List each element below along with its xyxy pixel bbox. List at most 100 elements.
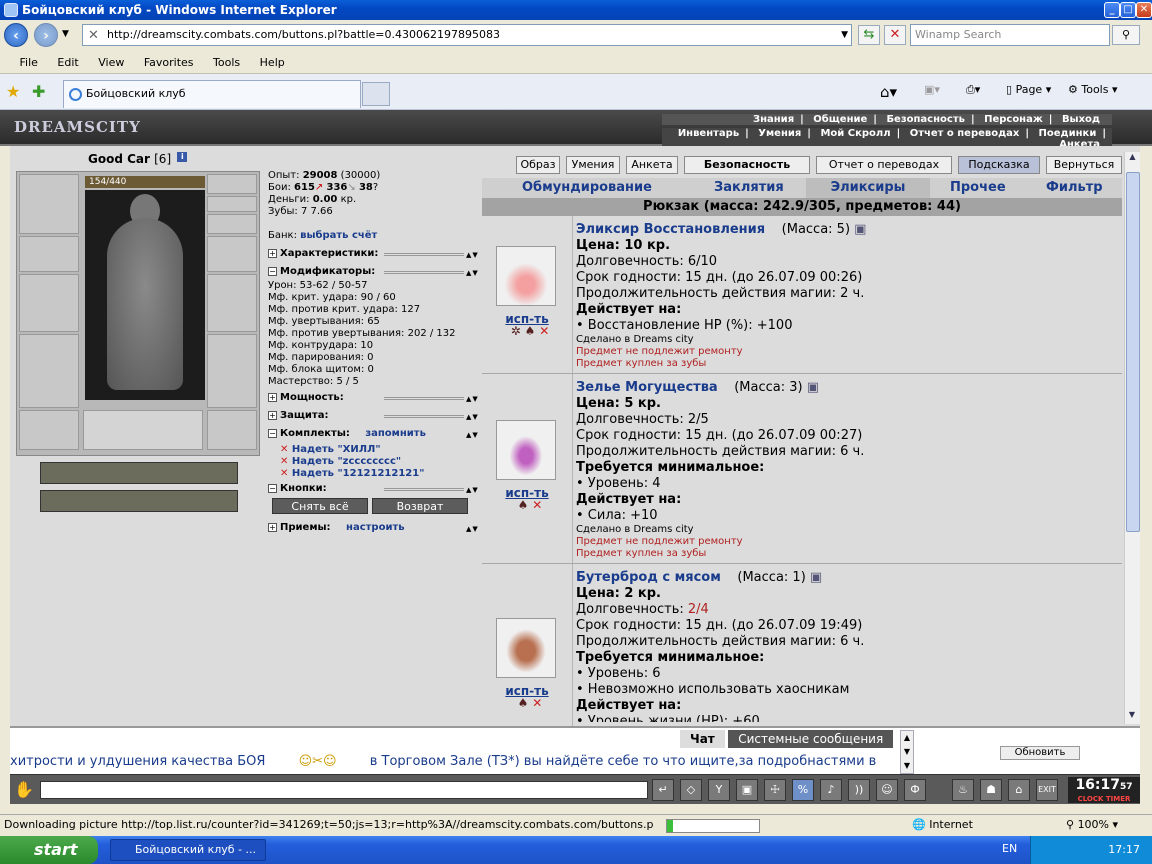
maximize-button[interactable]: □	[1120, 2, 1136, 18]
language-indicator[interactable]: EN	[1002, 842, 1017, 855]
tab-elixirs[interactable]: Эликсиры	[806, 178, 930, 198]
nav-knowledge[interactable]: Знания	[747, 114, 800, 125]
add-favorite-icon[interactable]: ✚	[32, 82, 45, 101]
music-icon[interactable]: ♪	[820, 779, 842, 801]
address-dropdown-icon[interactable]: ▼	[841, 25, 848, 45]
eraser-icon[interactable]: ◇	[680, 779, 702, 801]
set-link[interactable]: Надеть "ХИЛЛ"	[292, 444, 381, 455]
close-button[interactable]: ✕	[1136, 2, 1152, 18]
section-characteristics[interactable]: + Характеристики: ▲▼	[268, 248, 484, 260]
legs-slot[interactable]	[207, 334, 257, 408]
tools-menu[interactable]: ⚙ Tools ▾	[1068, 83, 1118, 96]
gloves-slot[interactable]	[207, 236, 257, 272]
stop-icon[interactable]: ✕	[884, 25, 906, 45]
vial-icon[interactable]: ♨	[952, 779, 974, 801]
back-button[interactable]: ‹	[4, 23, 28, 47]
cast-icon[interactable]: ✲	[511, 324, 521, 338]
rings-slot[interactable]	[207, 214, 257, 234]
section-buttons[interactable]: − Кнопки: ▲▼	[268, 483, 484, 495]
new-tab-button[interactable]	[362, 82, 390, 106]
tab-chat[interactable]: Чат	[680, 730, 725, 748]
dress-icon[interactable]: ♠	[518, 696, 529, 710]
feeds-icon[interactable]: ▣▾	[924, 83, 940, 96]
elixir-restore-image[interactable]	[496, 246, 556, 306]
chat-input[interactable]	[40, 781, 648, 799]
nav-security[interactable]: Безопасность	[880, 114, 971, 125]
browser-tab-active[interactable]: Бойцовский клуб	[63, 80, 361, 108]
scroll-down-icon[interactable]: ▼	[1125, 710, 1139, 724]
refresh-button[interactable]: Обновить	[1000, 746, 1080, 760]
drop-icon[interactable]: ✕	[539, 324, 549, 338]
item-name[interactable]: Бутерброд с мясом	[576, 570, 721, 585]
fighter-icon[interactable]: ☩	[764, 779, 786, 801]
potion-might-image[interactable]	[496, 420, 556, 480]
helmet-slot[interactable]	[19, 174, 79, 234]
meat-sandwich-image[interactable]	[496, 618, 556, 678]
menu-favorites[interactable]: Favorites	[136, 52, 202, 74]
search-icon[interactable]: ⚲	[1112, 25, 1140, 45]
btn-image[interactable]: Образ	[516, 156, 560, 174]
section-protection[interactable]: + Защита: ▲▼	[268, 410, 484, 422]
tab-spells[interactable]: Заклятия	[714, 178, 784, 198]
scroll-up-icon[interactable]: ▲	[1125, 152, 1140, 166]
amulet-slot[interactable]	[207, 196, 257, 212]
hand-icon[interactable]: ✋	[14, 780, 34, 799]
sound-icon[interactable]: ))	[848, 779, 870, 801]
menu-view[interactable]: View	[90, 52, 132, 74]
filter-icon[interactable]: Y	[708, 779, 730, 801]
zoom-control[interactable]: ⚲ 100% ▾	[1066, 815, 1118, 835]
nav-communication[interactable]: Общение	[807, 114, 873, 125]
nav-inventory[interactable]: Инвентарь	[672, 128, 745, 139]
minimize-button[interactable]: _	[1104, 2, 1120, 18]
translit-icon[interactable]: Ф	[904, 779, 926, 801]
set-link[interactable]: Надеть "12121212121"	[292, 468, 425, 479]
tab-equipment[interactable]: Обмундирование	[522, 178, 652, 198]
armor-slot[interactable]	[19, 334, 79, 408]
content-scrollbar[interactable]: ▲ ▼	[1124, 152, 1140, 724]
menu-help[interactable]: Help	[252, 52, 293, 74]
nav-skills[interactable]: Умения	[752, 128, 807, 139]
item-name[interactable]: Зелье Могущества	[576, 380, 718, 395]
boots-slot[interactable]	[207, 410, 257, 450]
nav-exit[interactable]: Выход	[1056, 114, 1106, 125]
bracers-slot[interactable]	[19, 236, 79, 272]
btn-hint[interactable]: Подсказка	[958, 156, 1040, 174]
dress-icon[interactable]: ♠	[525, 324, 536, 338]
configure-moves-link[interactable]: настроить	[346, 522, 405, 533]
chat-scrollbar[interactable]: ▲ ▼ ▼	[900, 730, 914, 774]
page-menu[interactable]: ▯ Page ▾	[1006, 83, 1051, 96]
weapon-slot[interactable]	[19, 274, 79, 332]
search-input[interactable]: Winamp Search	[910, 24, 1110, 46]
delete-set-icon[interactable]: ✕	[280, 444, 288, 455]
remember-set-link[interactable]: запомнить	[365, 428, 426, 439]
timer-label[interactable]: TIMER	[1106, 795, 1131, 803]
btn-back[interactable]: Вернуться	[1046, 156, 1122, 174]
bank-link[interactable]: выбрать счёт	[300, 230, 377, 241]
start-button[interactable]: start	[0, 836, 98, 864]
home-icon[interactable]: ⌂▾	[880, 83, 897, 101]
scroll-thumb[interactable]	[1126, 172, 1140, 532]
save-icon[interactable]: ▣	[736, 779, 758, 801]
exit-icon[interactable]: EXIT	[1036, 779, 1058, 801]
history-dropdown-icon[interactable]: ▼	[62, 29, 69, 39]
section-moves[interactable]: + Приемы: настроить ▲▼	[268, 522, 484, 534]
section-powers[interactable]: + Мощность: ▲▼	[268, 392, 484, 404]
taskbar-item[interactable]: Бойцовский клуб - ...	[110, 839, 266, 861]
percent-icon[interactable]: %	[792, 779, 814, 801]
nav-transfers[interactable]: Отчет о переводах	[904, 128, 1026, 139]
address-bar[interactable]: ✕ http://dreamscity.combats.com/buttons.…	[82, 24, 852, 46]
item-name[interactable]: Эликсир Восстановления	[576, 222, 765, 237]
section-sets[interactable]: − Комплекты: запомнить ▲▼	[268, 428, 484, 440]
drop-icon[interactable]: ✕	[532, 696, 542, 710]
tab-filter[interactable]: Фильтр	[1046, 178, 1103, 198]
shield-slot[interactable]	[207, 274, 257, 332]
btn-skills[interactable]: Умения	[566, 156, 620, 174]
refresh-icon[interactable]: ⇆	[858, 25, 880, 45]
set-link[interactable]: Надеть "zcccccccc"	[292, 456, 401, 467]
tab-system-messages[interactable]: Системные сообщения	[728, 730, 894, 748]
belt-row-1[interactable]	[40, 462, 238, 484]
dress-icon[interactable]: ♠	[518, 498, 529, 512]
belt-row-2[interactable]	[40, 490, 238, 512]
btn-transfers[interactable]: Отчет о переводах	[816, 156, 952, 174]
small-slots[interactable]	[83, 410, 203, 450]
